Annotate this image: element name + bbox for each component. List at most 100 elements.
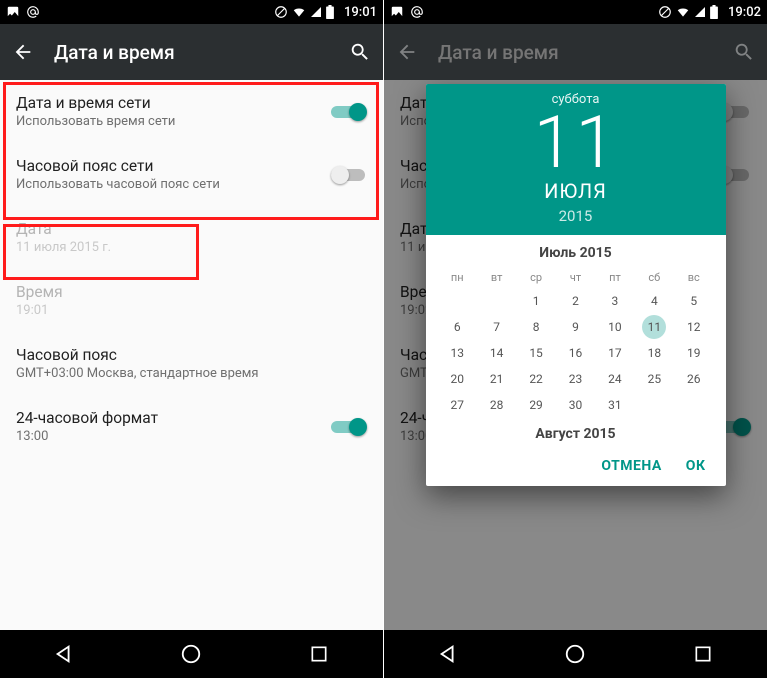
calendar-day[interactable]: 2 [556,288,595,314]
header-weekday: суббота [426,92,726,107]
nav-recent-icon[interactable] [689,640,717,668]
page-title: Дата и время [54,41,175,64]
row-title: Часовой пояс сети [16,157,331,175]
settings-list-dimmed: Дата и время сети Использовать время сет… [384,80,767,630]
switch-24h[interactable] [331,417,367,437]
calendar-day [635,392,674,418]
calendar-day[interactable]: 7 [477,314,516,340]
calendar-weekday-head: вс [674,267,713,288]
calendar-day[interactable]: 24 [595,366,634,392]
at-icon [410,5,424,19]
search-icon [733,41,755,63]
nav-bar [384,630,767,678]
calendar-day[interactable]: 14 [477,340,516,366]
calendar-day[interactable]: 31 [595,392,634,418]
calendar-weekday-head: пт [595,267,634,288]
calendar-weekday-head: ср [516,267,555,288]
row-subtitle: GMT+03:00 Москва, стандартное время [16,366,367,381]
calendar-day[interactable]: 19 [674,340,713,366]
date-picker-dialog: суббота 11 ИЮЛЯ 2015 Июль 2015 пнвтсрчтп… [426,84,726,486]
row-title: 24-часовой формат [16,409,331,427]
nav-recent-icon[interactable] [305,640,333,668]
calendar-day[interactable]: 20 [438,366,477,392]
calendar-next-month-title: Август 2015 [426,422,726,448]
header-day[interactable]: 11 [426,107,726,179]
calendar-weekday-head: пн [438,267,477,288]
nav-back-icon[interactable] [434,640,462,668]
app-bar: Дата и время [0,24,383,80]
status-bar: 19:02 [384,0,767,24]
cancel-button[interactable]: ОТМЕНА [601,458,661,474]
calendar-day[interactable]: 29 [516,392,555,418]
row-date: Дата 11 июля 2015 г. [0,206,383,269]
back-icon [396,41,418,63]
calendar-day[interactable]: 10 [595,314,634,340]
no-sim-icon [658,5,672,19]
signal-icon [310,6,322,18]
calendar-day[interactable]: 23 [556,366,595,392]
ok-button[interactable]: ОК [686,458,706,474]
status-clock: 19:02 [728,5,761,20]
page-title: Дата и время [438,41,559,64]
nav-bar [0,630,383,678]
switch-auto-tz[interactable] [331,165,367,185]
calendar-day[interactable]: 5 [674,288,713,314]
status-clock: 19:01 [344,5,377,20]
calendar-day[interactable]: 13 [438,340,477,366]
row-auto-date[interactable]: Дата и время сети Использовать время сет… [0,80,383,143]
calendar-day[interactable]: 8 [516,314,555,340]
wifi-icon [676,5,690,19]
calendar-day[interactable]: 15 [516,340,555,366]
calendar-day[interactable]: 17 [595,340,634,366]
calendar-day[interactable]: 4 [635,288,674,314]
row-title: Часовой пояс [16,346,367,364]
row-timezone[interactable]: Часовой пояс GMT+03:00 Москва, стандартн… [0,332,383,395]
dialog-header: суббота 11 ИЮЛЯ 2015 [426,84,726,235]
calendar-weekday-head: вт [477,267,516,288]
nav-home-icon[interactable] [177,640,205,668]
row-subtitle: Использовать время сети [16,114,331,129]
row-24h[interactable]: 24-часовой формат 13:00 [0,395,383,458]
wifi-icon [292,5,306,19]
at-icon [26,5,40,19]
nav-back-icon[interactable] [50,640,78,668]
calendar-day[interactable]: 28 [477,392,516,418]
calendar-day[interactable]: 18 [635,340,674,366]
calendar-day[interactable]: 1 [516,288,555,314]
calendar-day[interactable]: 3 [595,288,634,314]
calendar-day[interactable]: 22 [516,366,555,392]
battery-icon [326,5,334,19]
calendar-day[interactable]: 6 [438,314,477,340]
calendar-day[interactable]: 16 [556,340,595,366]
image-icon [6,5,20,19]
calendar-day[interactable]: 27 [438,392,477,418]
calendar-day[interactable]: 26 [674,366,713,392]
calendar-day [674,392,713,418]
row-subtitle: 13:00 [16,429,331,444]
calendar-day [477,288,516,314]
row-title: Время [16,283,367,301]
calendar-day[interactable]: 21 [477,366,516,392]
calendar-grid: пнвтсрчтптсбвс12345678910111213141516171… [426,267,726,422]
signal-icon [694,6,706,18]
header-year[interactable]: 2015 [426,207,726,225]
back-icon[interactable] [12,41,34,63]
phone-left: 19:01 Дата и время Дата и время сети Исп… [0,0,384,678]
row-subtitle: 19:01 [16,303,367,318]
calendar-day[interactable]: 9 [556,314,595,340]
row-title: Дата [16,220,367,238]
nav-home-icon[interactable] [561,640,589,668]
header-month: ИЮЛЯ [426,179,726,203]
status-bar: 19:01 [0,0,383,24]
dialog-actions: ОТМЕНА ОК [426,448,726,486]
search-icon[interactable] [349,41,371,63]
calendar-day[interactable]: 25 [635,366,674,392]
no-sim-icon [274,5,288,19]
calendar-day[interactable]: 30 [556,392,595,418]
row-auto-tz[interactable]: Часовой пояс сети Использовать часовой п… [0,143,383,206]
calendar-day[interactable]: 11 [635,314,674,340]
switch-auto-date[interactable] [331,102,367,122]
calendar-day [438,288,477,314]
calendar-weekday-head: сб [635,267,674,288]
calendar-day[interactable]: 12 [674,314,713,340]
